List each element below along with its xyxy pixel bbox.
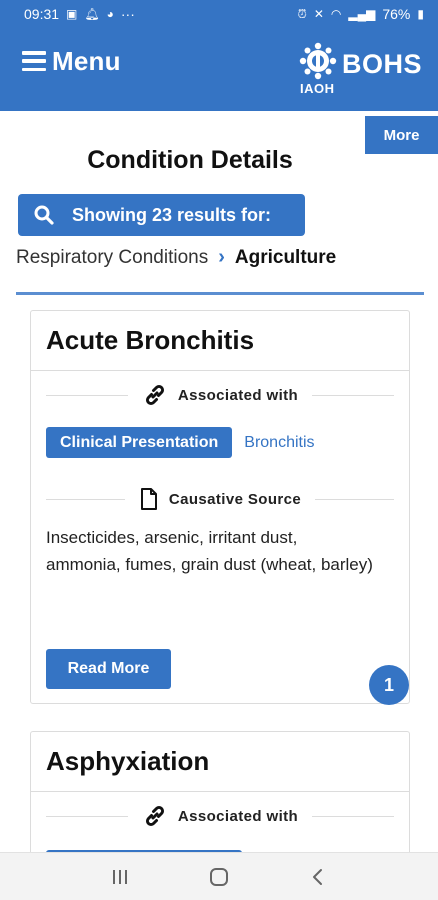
recent-apps-button[interactable] bbox=[100, 857, 140, 897]
condition-title: Acute Bronchitis bbox=[31, 311, 409, 371]
causative-source-label: Causative Source bbox=[168, 490, 302, 508]
status-bar: 09:31 ▣ 🔔︎ ◕ ··· ⏰︎ ✕ ◠ ▂▄▆ 76% ▮ bbox=[0, 0, 438, 28]
link-icon bbox=[145, 805, 164, 827]
condition-card: Asphyxiation Associated with bbox=[30, 731, 410, 852]
home-button[interactable] bbox=[199, 857, 239, 897]
chevron-right-icon: › bbox=[218, 246, 225, 268]
causative-source-heading: Causative Source bbox=[46, 487, 395, 511]
read-more-button[interactable]: Read More bbox=[46, 649, 171, 689]
breadcrumb-parent[interactable]: Respiratory Conditions bbox=[16, 247, 208, 269]
associated-label: Associated with bbox=[177, 807, 299, 825]
status-time: 09:31 bbox=[24, 6, 60, 22]
home-icon bbox=[209, 867, 228, 886]
page-title: Condition Details bbox=[87, 146, 293, 174]
associated-label: Associated with bbox=[177, 386, 299, 404]
search-icon bbox=[34, 205, 54, 225]
wifi-icon: ◠ bbox=[330, 7, 342, 21]
menu-label: Menu bbox=[52, 45, 121, 76]
bohs-emblem-icon bbox=[299, 42, 337, 80]
breadcrumb-current: Agriculture bbox=[234, 246, 337, 268]
alarm-icon: ⏰︎ bbox=[297, 7, 307, 21]
signal-icon: ▂▄▆ bbox=[348, 7, 376, 21]
back-button[interactable] bbox=[298, 857, 338, 897]
causative-source-text: Insecticides, arsenic, irritant dust, am… bbox=[46, 528, 373, 574]
condition-card: Acute Bronchitis Associated with Clinica… bbox=[30, 310, 410, 704]
recent-apps-icon bbox=[112, 869, 127, 884]
hamburger-icon bbox=[22, 51, 46, 71]
results-text: Showing 23 results for: bbox=[72, 204, 272, 225]
logo-subtitle: IAOH bbox=[300, 81, 335, 96]
bronchitis-link[interactable]: Bronchitis bbox=[244, 434, 314, 452]
association-tags: Clinical Presentation Bronchitis bbox=[46, 427, 315, 458]
page-indicator-badge: 1 bbox=[369, 665, 409, 705]
battery-icon: ▮ bbox=[417, 7, 424, 21]
results-list[interactable]: Acute Bronchitis Associated with Clinica… bbox=[16, 292, 424, 852]
battery-percent: 76% bbox=[382, 6, 411, 22]
more-notifications-icon: ··· bbox=[120, 6, 135, 22]
bell-notification-icon: 🔔︎ bbox=[84, 7, 100, 21]
back-icon bbox=[313, 868, 323, 885]
mute-icon: ✕ bbox=[313, 7, 324, 21]
associated-heading: Associated with bbox=[46, 383, 395, 407]
bohs-logo: BOHS IAOH bbox=[298, 41, 423, 99]
whatsapp-notification-icon: ◕ bbox=[106, 7, 114, 21]
results-banner: Showing 23 results for: bbox=[18, 194, 305, 236]
clinical-presentation-tag[interactable]: Clinical Presentation bbox=[46, 427, 233, 458]
app-header: Menu BOHS IAOH bbox=[0, 28, 438, 111]
condition-title: Asphyxiation bbox=[31, 732, 409, 792]
gallery-notification-icon: ▣ bbox=[66, 7, 78, 21]
document-icon bbox=[140, 488, 157, 510]
breadcrumb: Respiratory Conditions › Agriculture bbox=[16, 246, 336, 269]
link-icon bbox=[145, 384, 164, 406]
menu-button[interactable]: Menu bbox=[22, 44, 121, 78]
associated-heading: Associated with bbox=[46, 804, 395, 828]
system-nav-bar bbox=[0, 852, 438, 900]
logo-name: BOHS bbox=[342, 49, 423, 79]
